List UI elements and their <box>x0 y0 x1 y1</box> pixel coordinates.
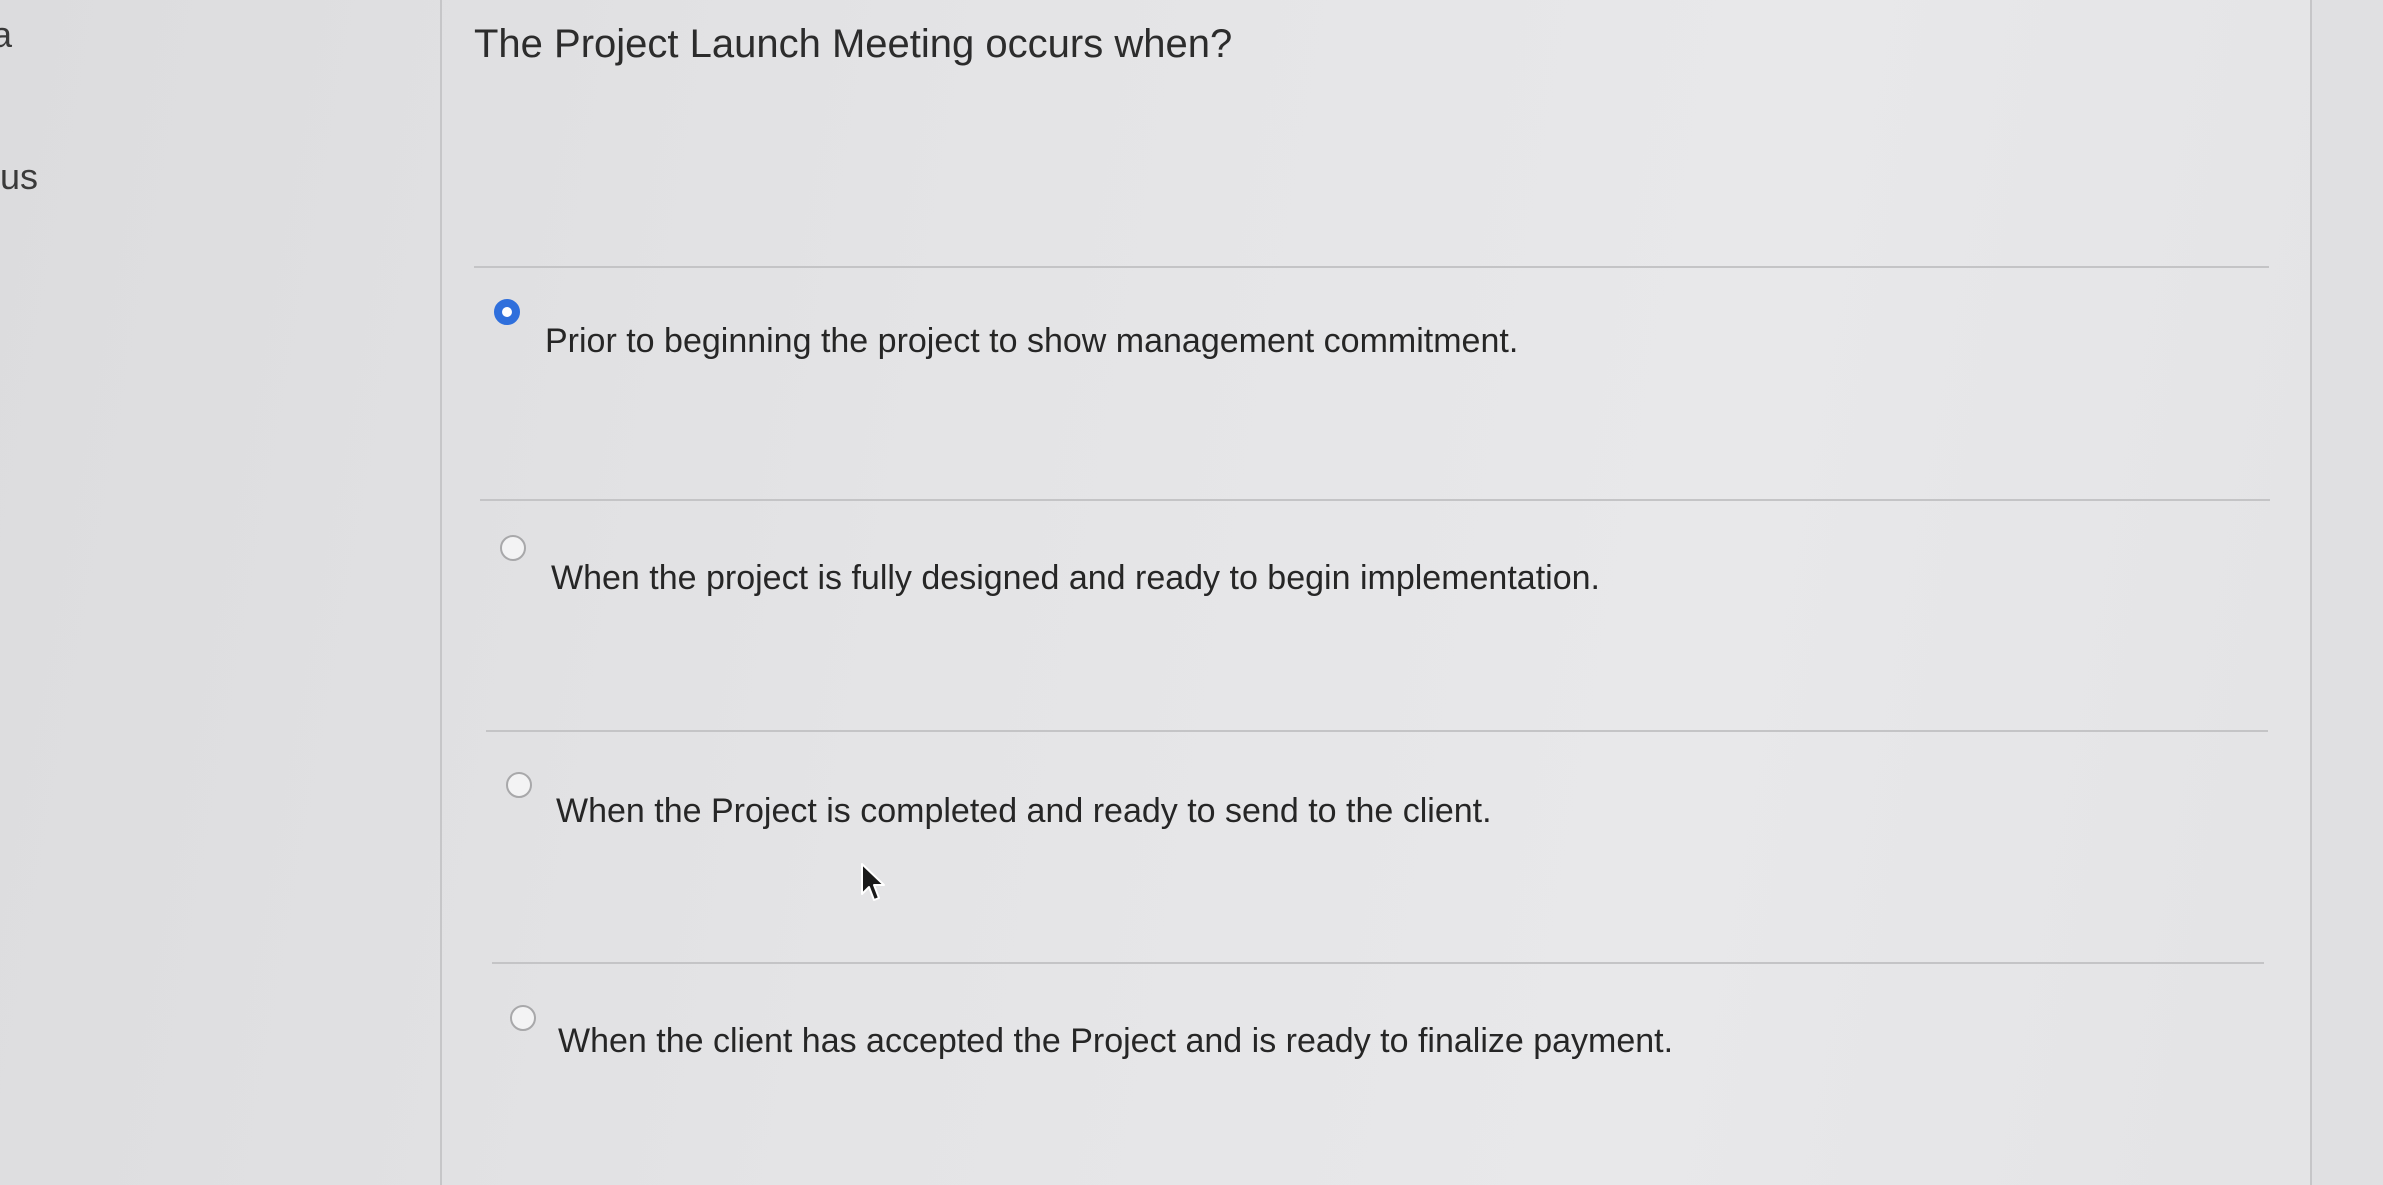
option-radio-3[interactable] <box>506 772 532 798</box>
option-label-4[interactable]: When the client has accepted the Project… <box>558 1022 1673 1061</box>
right-panel <box>2310 0 2383 1185</box>
quiz-screen: a us The Project Launch Meeting occurs w… <box>0 0 2383 1185</box>
option-label-1[interactable]: Prior to beginning the project to show m… <box>545 322 1518 361</box>
option-divider <box>492 962 2264 964</box>
option-label-2[interactable]: When the project is fully designed and r… <box>551 559 1600 598</box>
option-divider <box>480 499 2270 501</box>
question-text: The Project Launch Meeting occurs when? <box>474 22 1233 66</box>
option-label-3[interactable]: When the Project is completed and ready … <box>556 792 1492 831</box>
left-sidebar: a us <box>0 0 442 1185</box>
option-radio-1[interactable] <box>494 299 520 325</box>
mouse-cursor-icon <box>861 863 885 901</box>
option-divider <box>474 266 2269 268</box>
option-radio-2[interactable] <box>500 535 526 561</box>
sidebar-text-fragment-middle[interactable]: us <box>0 156 38 198</box>
sidebar-text-fragment-top[interactable]: a <box>0 14 12 56</box>
option-radio-4[interactable] <box>510 1005 536 1031</box>
option-divider <box>486 730 2268 732</box>
